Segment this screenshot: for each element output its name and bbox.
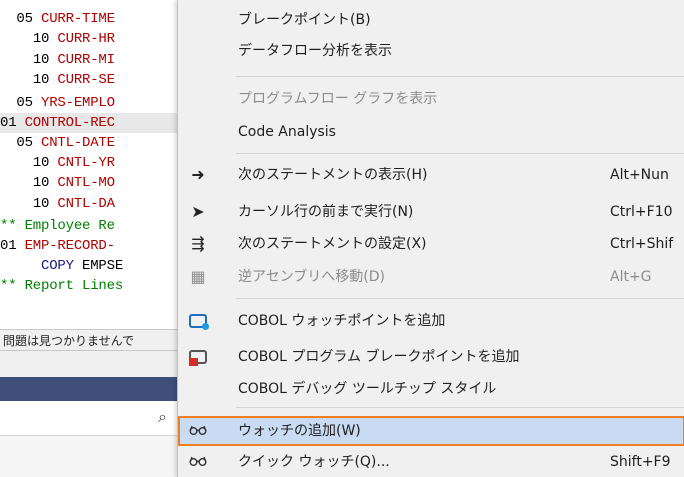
menu-item-shortcut: Ctrl+Shif — [610, 236, 674, 252]
menu-separator — [236, 153, 684, 154]
code-level-number: 10 — [32, 196, 50, 212]
menu-item-label: ブレークポイント(B) — [238, 12, 371, 28]
menu-item-shortcut: Alt+Nun — [610, 167, 669, 183]
code-identifier: CURR-HR — [57, 31, 115, 47]
menu-item[interactable]: プログラムフロー グラフを表示 — [178, 84, 684, 114]
menu-item-label: カーソル行の前まで実行(N) — [238, 204, 414, 220]
menu-item-label: 逆アセンブリへ移動(D) — [238, 269, 386, 285]
menu-item[interactable]: ⇶ 次のステートメントの設定(X) Ctrl+Shif — [178, 229, 684, 259]
cobol-watchpoint-icon — [188, 311, 209, 331]
menu-item[interactable]: COBOL プログラム ブレークポイントを追加 — [178, 342, 684, 372]
code-level-number: 10 — [32, 72, 50, 88]
watchpoint-glyph — [189, 314, 209, 330]
context-menu: ブレークポイント(B) データフロー分析を表示プログラムフロー グラフを表示 Cod… — [177, 0, 684, 477]
menu-item[interactable]: クイック ウォッチ(Q)... Shift+F9 — [178, 447, 684, 477]
code-identifier: Employee Re — [24, 218, 115, 234]
code-identifier: CONTROL-REC — [24, 115, 115, 131]
menu-item[interactable]: ➤ カーソル行の前まで実行(N) Ctrl+F10 — [178, 197, 684, 227]
menu-separator — [236, 298, 684, 299]
status-text: 問題は見つかりませんで — [3, 334, 135, 348]
menu-item-label: クイック ウォッチ(Q)... — [238, 454, 390, 470]
menu-item-label: COBOL ウォッチポイントを追加 — [238, 313, 446, 329]
code-identifier: CNTL-DATE — [41, 135, 115, 151]
code-level-number: ** — [0, 278, 17, 294]
menu-item[interactable]: ➜ 次のステートメントの表示(H) Alt+Nun — [178, 160, 684, 190]
menu-separator — [236, 76, 684, 77]
code-level-number: 01 — [0, 115, 17, 131]
menu-item-label: ウォッチの追加(W) — [238, 423, 361, 439]
code-identifier: CURR-TIME — [41, 11, 115, 27]
menu-item-label: 次のステートメントの設定(X) — [238, 236, 427, 252]
menu-item-shortcut: Ctrl+F10 — [610, 204, 673, 220]
menu-separator — [236, 407, 684, 408]
code-level-number: 10 — [32, 155, 50, 171]
menu-item[interactable]: COBOL ウォッチポイントを追加 — [178, 306, 684, 336]
menu-item-label: プログラムフロー グラフを表示 — [238, 91, 438, 107]
glasses-icon — [188, 452, 208, 472]
code-identifier: YRS-EMPLO — [41, 95, 115, 111]
search-icon[interactable]: ⌕ — [158, 407, 167, 427]
menu-item[interactable]: ウォッチの追加(W) — [178, 416, 684, 446]
menu-item-label: Code Analysis — [238, 124, 336, 140]
code-identifier: CNTL-DA — [57, 196, 115, 212]
code-level-number: COPY — [41, 258, 74, 274]
menu-item-shortcut: Shift+F9 — [610, 454, 671, 470]
menu-item[interactable]: Code Analysis — [178, 117, 684, 147]
menu-item[interactable]: データフロー分析を表示 — [178, 36, 684, 66]
code-level-number: 05 — [16, 135, 33, 151]
menu-item-shortcut: Alt+G — [610, 269, 652, 285]
menu-item-label: 次のステートメントの表示(H) — [238, 167, 428, 183]
code-level-number: 05 — [16, 95, 33, 111]
cobol-breakpoint-icon — [188, 347, 208, 367]
disassembly-icon: ▦ — [190, 267, 206, 286]
arrow-right-icon: ➜ — [191, 165, 205, 184]
code-identifier: Report Lines — [24, 278, 124, 294]
code-level-number: 10 — [32, 175, 50, 191]
menu-item[interactable]: COBOL デバッグ ツールチップ スタイル — [178, 374, 684, 404]
cursor-icon: ➤ — [191, 202, 205, 221]
code-identifier: CNTL-MO — [57, 175, 115, 191]
code-level-number: 01 — [0, 238, 17, 254]
code-identifier: EMP-RECORD- — [24, 238, 115, 254]
code-identifier: EMPSE — [82, 258, 124, 274]
menu-item[interactable]: ブレークポイント(B) — [178, 5, 684, 35]
code-identifier: CURR-SE — [57, 72, 115, 88]
breakpoint-glyph — [189, 350, 207, 366]
menu-item-label: COBOL プログラム ブレークポイントを追加 — [238, 349, 520, 365]
code-level-number: ** — [0, 218, 17, 234]
glasses-icon — [188, 421, 208, 441]
code-identifier: CNTL-YR — [57, 155, 115, 171]
code-level-number: 10 — [32, 31, 50, 47]
menu-item[interactable]: ▦ 逆アセンブリへ移動(D) Alt+G — [178, 262, 684, 292]
code-identifier: CURR-MI — [57, 52, 115, 68]
set-next-statement-icon: ⇶ — [191, 234, 205, 253]
menu-item-label: COBOL デバッグ ツールチップ スタイル — [238, 381, 497, 397]
code-level-number: 10 — [32, 52, 50, 68]
code-level-number: 05 — [16, 11, 33, 27]
menu-item-label: データフロー分析を表示 — [238, 43, 392, 59]
